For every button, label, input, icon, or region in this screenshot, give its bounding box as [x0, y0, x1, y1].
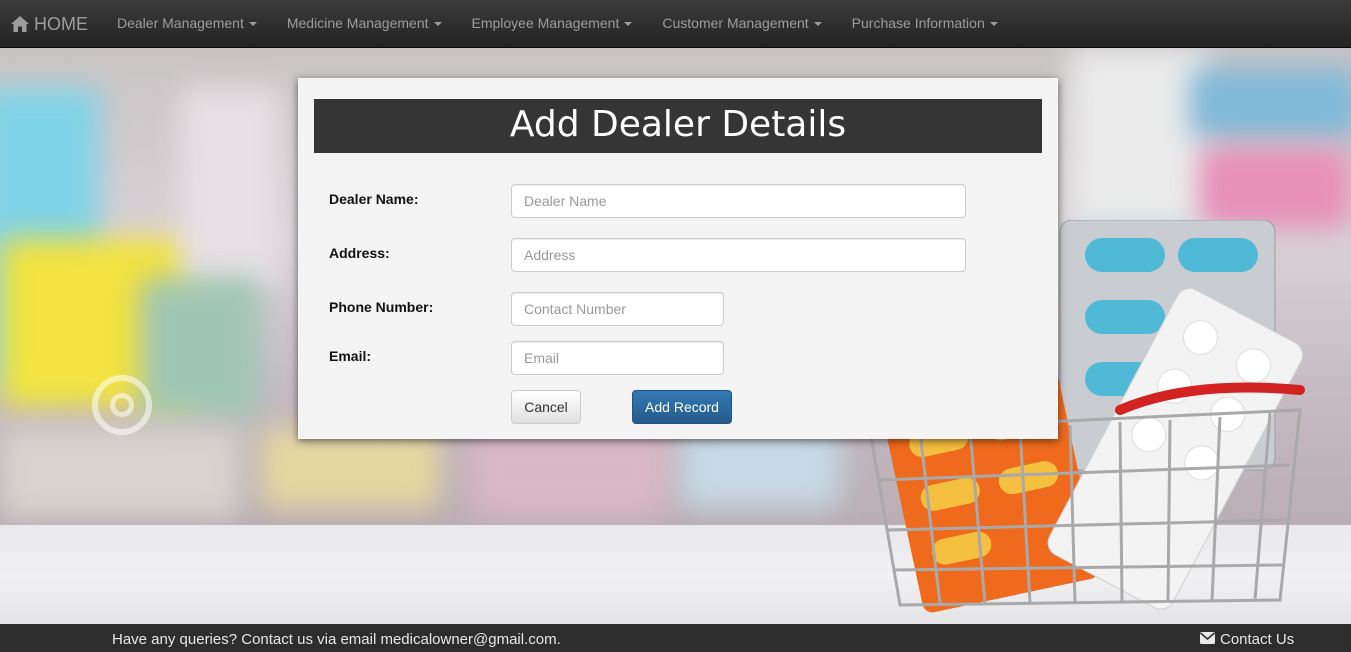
address-input[interactable] — [511, 238, 966, 272]
watermark-swirl-icon — [92, 375, 152, 435]
add-dealer-panel: Add Dealer Details Dealer Name: Address:… — [298, 78, 1058, 439]
nav-item-dealer-management[interactable]: Dealer Management — [102, 0, 272, 48]
phone-number-label: Phone Number: — [329, 299, 434, 315]
form-title: Add Dealer Details — [314, 99, 1042, 153]
email-label: Email: — [329, 348, 372, 364]
envelope-icon — [1199, 631, 1216, 648]
dealer-name-input[interactable] — [511, 184, 966, 218]
caret-down-icon — [813, 22, 822, 27]
nav-item-employee-management[interactable]: Employee Management — [457, 0, 648, 48]
caret-down-icon — [989, 22, 998, 27]
page-footer: Have any queries? Contact us via email m… — [0, 624, 1351, 652]
nav-item-label: Employee Management — [471, 15, 620, 31]
caret-down-icon — [624, 22, 633, 27]
home-icon — [10, 15, 30, 33]
nav-item-label: Customer Management — [662, 15, 809, 31]
top-navbar: HOME Dealer Management Medicine Manageme… — [0, 0, 1351, 48]
nav-item-purchase-information[interactable]: Purchase Information — [837, 0, 1013, 48]
nav-item-label: Purchase Information — [851, 15, 985, 31]
nav-item-label: Medicine Management — [286, 15, 429, 31]
contact-us-label: Contact Us — [1220, 631, 1295, 648]
dealer-name-label: Dealer Name: — [329, 191, 419, 207]
email-input[interactable] — [511, 341, 724, 375]
home-link[interactable]: HOME — [10, 12, 88, 36]
nav-item-label: Dealer Management — [117, 15, 244, 31]
caret-down-icon — [433, 22, 442, 27]
footer-contact-text: Have any queries? Contact us via email m… — [112, 631, 561, 648]
nav-menu: Dealer Management Medicine Management Em… — [102, 0, 1013, 48]
contact-us-link[interactable]: Contact Us — [1199, 631, 1295, 648]
cancel-button[interactable]: Cancel — [511, 390, 581, 424]
phone-number-input[interactable] — [511, 292, 724, 326]
address-label: Address: — [329, 245, 390, 261]
nav-item-medicine-management[interactable]: Medicine Management — [272, 0, 457, 48]
add-record-button[interactable]: Add Record — [632, 390, 732, 424]
caret-down-icon — [248, 22, 257, 27]
home-label: HOME — [34, 13, 88, 34]
nav-item-customer-management[interactable]: Customer Management — [647, 0, 836, 48]
